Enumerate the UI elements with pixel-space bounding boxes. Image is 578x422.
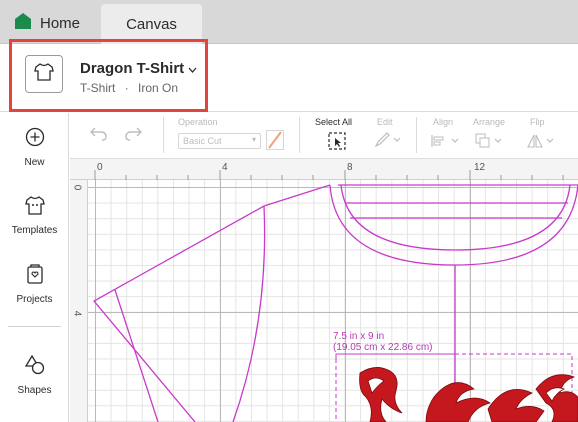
toolbar-separator (416, 117, 417, 153)
plus-circle-icon (25, 127, 45, 152)
dimension-cm: (19.05 cm x 22.86 cm) (333, 342, 433, 353)
undo-icon[interactable] (88, 127, 108, 146)
flip-label: Flip (530, 117, 545, 127)
ruler-left: 0 4 (70, 180, 88, 422)
select-all-label: Select All (315, 117, 353, 127)
design-canvas[interactable] (88, 180, 578, 422)
sidebar-item-label: Projects (16, 294, 53, 305)
color-swatch[interactable] (266, 130, 284, 150)
redo-icon[interactable] (124, 127, 144, 146)
ruler-top-ticks (94, 170, 564, 180)
sidebar-item-label: New (24, 157, 45, 168)
ruler-top-label: 8 (347, 162, 353, 173)
pencil-icon[interactable] (374, 132, 402, 153)
sidebar-item-shapes[interactable]: Shapes (0, 354, 69, 396)
ruler-top: 0 4 8 12 (70, 159, 578, 180)
callout-highlight-box (9, 39, 208, 112)
toolbar-separator (299, 117, 300, 153)
ruler-top-label: 0 (97, 162, 103, 173)
tshirt-icon (24, 196, 45, 220)
sidebar-item-new[interactable]: New (0, 127, 69, 168)
ruler-left-label: 0 (71, 184, 83, 191)
sidebar-item-label: Shapes (17, 385, 52, 396)
sidebar-divider (8, 326, 61, 327)
shapes-icon (24, 354, 46, 380)
arrange-label: Arrange (473, 117, 506, 127)
tab-home[interactable]: Home (14, 12, 80, 34)
ruler-top-label: 12 (474, 162, 486, 173)
sidebar-item-templates[interactable]: Templates (0, 196, 69, 236)
operation-value: Basic Cut (183, 136, 222, 146)
top-tab-bar (0, 0, 578, 44)
align-icon[interactable] (431, 134, 461, 153)
projects-icon (26, 264, 44, 289)
operation-label: Operation (178, 117, 218, 127)
tab-home-label: Home (40, 14, 81, 32)
operation-select[interactable]: Basic Cut ▾ (178, 133, 261, 149)
selection-dimensions: 7.5 in x 9 in (19.05 cm x 22.86 cm) (333, 331, 432, 353)
sidebar-item-projects[interactable]: Projects (0, 264, 69, 305)
edit-label: Edit (377, 117, 393, 127)
align-label: Align (433, 117, 454, 127)
dragon-graphic[interactable] (356, 363, 578, 422)
sidebar-item-label: Templates (11, 225, 58, 236)
arrange-icon[interactable] (475, 133, 505, 154)
ruler-top-label: 4 (222, 162, 228, 173)
ruler-left-label: 4 (71, 310, 83, 317)
flip-icon[interactable] (527, 133, 557, 154)
dimension-inches: 7.5 in x 9 in (333, 331, 385, 342)
tab-canvas-label: Canvas (126, 16, 177, 33)
select-all-icon[interactable] (328, 132, 346, 155)
home-icon (14, 12, 32, 35)
toolbar-separator (163, 117, 164, 153)
chevron-down-icon: ▾ (251, 135, 256, 144)
